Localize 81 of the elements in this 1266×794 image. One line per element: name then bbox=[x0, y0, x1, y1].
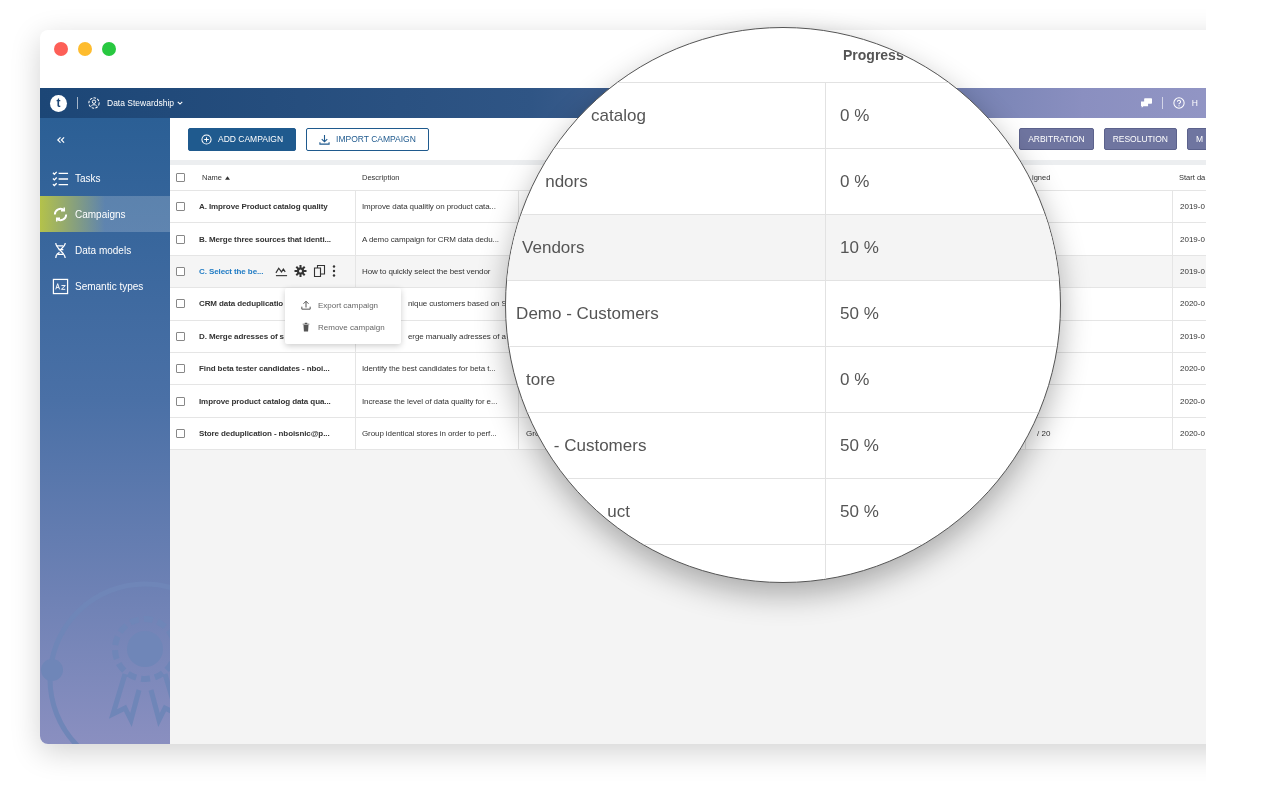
campaign-name: Improve product catalog data qua... bbox=[199, 396, 331, 406]
progress-value: 0 % bbox=[840, 105, 870, 126]
sidebar-item[interactable]: Tasks bbox=[40, 160, 170, 196]
row-checkbox[interactable] bbox=[176, 202, 185, 212]
sidebar-item[interactable]: Data models bbox=[40, 232, 170, 268]
start-date: 2019-0 bbox=[1180, 331, 1205, 341]
progress-value: 0 % bbox=[840, 171, 870, 192]
column-header: Progress bbox=[842, 46, 905, 65]
start-date: 2020-0 bbox=[1180, 299, 1205, 309]
campaign-name: A. Improve Product catalog quality bbox=[199, 202, 328, 212]
assigned-count: / 20 bbox=[1036, 428, 1051, 438]
more-icon[interactable] bbox=[332, 265, 337, 278]
progress-value: 0 % bbox=[840, 369, 870, 390]
copy-icon[interactable] bbox=[313, 265, 327, 278]
campaign-name: Vendors bbox=[522, 237, 585, 258]
sort-icon[interactable] bbox=[225, 175, 230, 180]
campaign-description: Improve data qualitly on product cata... bbox=[362, 202, 496, 212]
start-date: 2019-0 bbox=[1180, 202, 1205, 212]
add-campaign-button[interactable]: ADD CAMPAIGN bbox=[188, 127, 297, 151]
row-checkbox[interactable] bbox=[176, 299, 185, 309]
start-date: 2020-0 bbox=[1180, 428, 1205, 438]
campaign-name: - Customers bbox=[553, 435, 647, 456]
collapse-icon[interactable] bbox=[56, 136, 65, 144]
campaign-description: erge manually adresses of a bbox=[408, 331, 506, 341]
sidebar-item[interactable]: Semantic types bbox=[40, 268, 170, 304]
row-checkbox[interactable] bbox=[176, 234, 185, 244]
help-icon[interactable] bbox=[1172, 97, 1185, 109]
row-checkbox[interactable] bbox=[176, 364, 185, 374]
start-date: 2020-0 bbox=[1180, 364, 1205, 374]
campaign-name: ndors bbox=[545, 171, 588, 192]
campaign-name: tore bbox=[526, 369, 556, 390]
settings-icon[interactable] bbox=[294, 265, 308, 278]
row-checkbox[interactable] bbox=[176, 396, 185, 406]
add-icon bbox=[201, 133, 212, 145]
upload-icon bbox=[301, 300, 311, 310]
toolbar-button[interactable]: ARBITRATION bbox=[1019, 128, 1094, 150]
chat-icon[interactable] bbox=[1140, 98, 1152, 108]
caret-icon[interactable] bbox=[177, 101, 184, 105]
campaign-description: A demo campaign for CRM data dedu... bbox=[362, 234, 499, 244]
campaign-name: catalog bbox=[591, 105, 646, 126]
dna-icon bbox=[52, 241, 69, 259]
sidebar-item[interactable]: Campaigns bbox=[40, 196, 170, 232]
trash-icon bbox=[301, 322, 311, 332]
start-date: 2019-0 bbox=[1180, 266, 1205, 276]
app-switcher[interactable]: Data Stewardship bbox=[107, 98, 175, 108]
start-date: 2020-0 bbox=[1180, 396, 1205, 406]
campaign-description: Increase the level of data quality for e... bbox=[362, 396, 498, 406]
menu-item[interactable]: Remove campaign bbox=[285, 316, 401, 338]
campaign-description: Identify the best candidates for beta t... bbox=[362, 364, 496, 374]
refresh-icon bbox=[52, 205, 69, 223]
download-icon bbox=[319, 133, 331, 145]
maximize-button[interactable] bbox=[102, 42, 116, 56]
toolbar-button[interactable]: RESOLUTION bbox=[1103, 128, 1177, 150]
row-checkbox[interactable] bbox=[176, 428, 185, 438]
checklist-icon bbox=[52, 169, 69, 187]
menu-item[interactable]: Export campaign bbox=[285, 294, 401, 316]
progress-value: 50 % bbox=[840, 303, 879, 324]
campaign-name: Store deduplication - nboisnic@p... bbox=[199, 428, 330, 438]
row-checkbox[interactable] bbox=[176, 331, 185, 341]
start-date: 2019-0 bbox=[1180, 234, 1205, 244]
campaign-description: Group identical stores in order to perf... bbox=[362, 428, 497, 438]
campaign-name: CRM data deduplicatio bbox=[199, 299, 284, 309]
select-all-checkbox[interactable] bbox=[176, 173, 185, 182]
campaign-name: Demo - Customers bbox=[516, 303, 659, 324]
campaign-link[interactable]: C. Select the be... bbox=[199, 266, 264, 276]
campaign-name: uct bbox=[607, 501, 630, 522]
close-button[interactable] bbox=[54, 42, 68, 56]
text-type-icon bbox=[52, 277, 69, 295]
chart-icon[interactable] bbox=[275, 265, 289, 278]
progress-value: 50 % bbox=[840, 501, 879, 522]
progress-value: 10 % bbox=[840, 237, 879, 258]
progress-value: 50 % bbox=[840, 435, 879, 456]
steward-icon bbox=[88, 97, 100, 109]
campaign-description: How to quickly select the best vendor bbox=[362, 266, 491, 276]
campaign-name: D. Merge adresses of s bbox=[199, 331, 284, 341]
campaign-name: Find beta tester candidates - nboi... bbox=[199, 364, 330, 374]
row-checkbox[interactable] bbox=[176, 266, 185, 276]
logo[interactable]: t bbox=[50, 94, 67, 112]
import-campaign-button[interactable]: IMPORT CAMPAIGN bbox=[306, 127, 429, 151]
toolbar-button[interactable]: M bbox=[1186, 128, 1206, 150]
campaign-name: B. Merge three sources that identi... bbox=[199, 234, 331, 244]
